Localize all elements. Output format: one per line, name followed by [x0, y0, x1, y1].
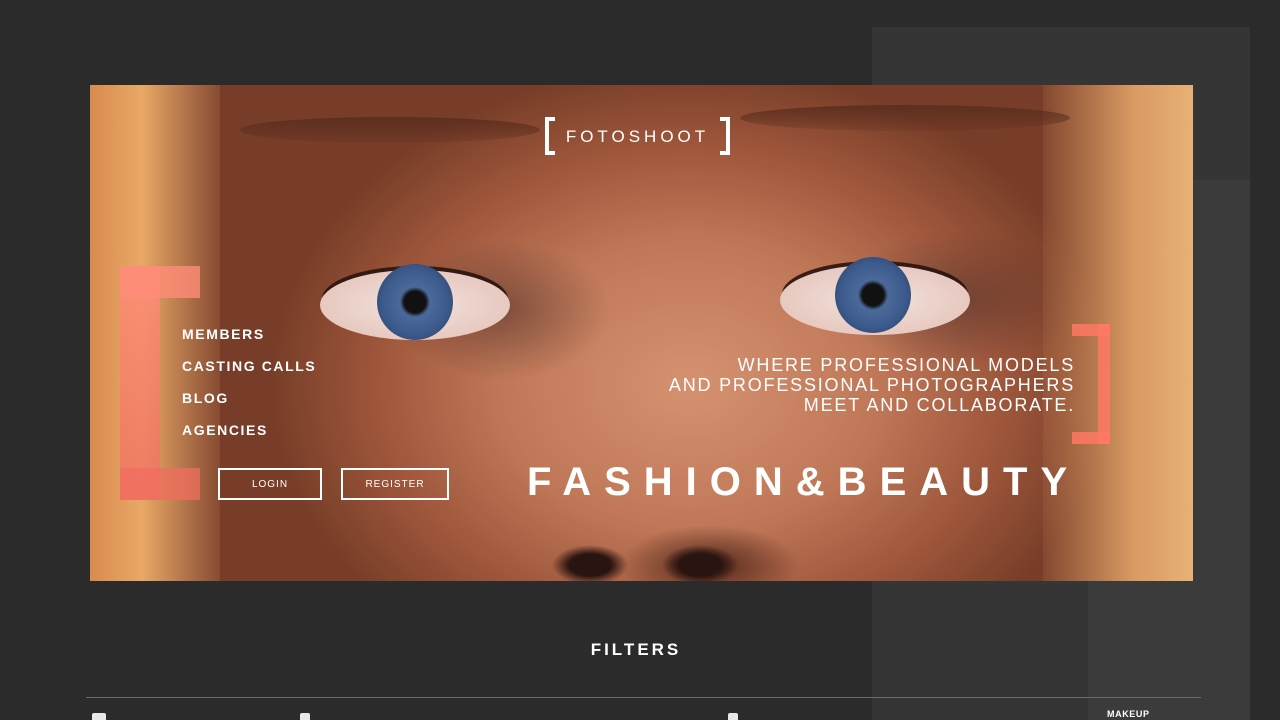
logo-bracket-left — [545, 117, 555, 155]
filters-divider — [86, 697, 1201, 698]
hero-headline: FASHION&BEAUTY — [527, 460, 1081, 504]
login-button[interactable]: LOGIN — [218, 468, 322, 500]
filter-icon-peek — [300, 713, 310, 720]
hero-photo-eye-right — [780, 257, 970, 335]
main-nav: MEMBERS CASTING CALLS BLOG AGENCIES — [182, 325, 316, 439]
nav-item-agencies[interactable]: AGENCIES — [182, 421, 316, 439]
right-frame-bracket — [1070, 324, 1110, 444]
right-frame-bar — [1098, 324, 1110, 444]
hero-photo-brow-left — [240, 117, 540, 143]
tagline-line-1: WHERE PROFESSIONAL MODELS — [737, 355, 1075, 375]
register-button[interactable]: REGISTER — [341, 468, 449, 500]
nav-item-casting-calls[interactable]: CASTING CALLS — [182, 357, 316, 375]
right-frame-bottom — [1072, 432, 1110, 444]
hero-tagline: WHERE PROFESSIONAL MODELS AND PROFESSION… — [669, 355, 1075, 415]
hero-banner: FOTOSHOOT MEMBERS CASTING CALLS BLOG AGE… — [90, 85, 1193, 581]
hero-photo-brow-right — [740, 105, 1070, 131]
hero-photo-hair-right — [1043, 85, 1193, 581]
filter-icon-peek — [728, 713, 738, 720]
nav-item-blog[interactable]: BLOG — [182, 389, 316, 407]
right-frame-top — [1072, 324, 1110, 336]
hero-photo-iris-right — [835, 257, 911, 333]
brand-name: FOTOSHOOT — [565, 127, 710, 146]
filter-category-makeup[interactable]: MAKEUP — [1107, 709, 1150, 719]
logo-bracket-right — [720, 117, 730, 155]
left-frame-bar — [120, 266, 160, 500]
left-frame-bottom — [120, 468, 200, 500]
nav-item-members[interactable]: MEMBERS — [182, 325, 316, 343]
hero-photo-iris-left — [377, 264, 453, 340]
filters-title: FILTERS — [590, 640, 682, 659]
hero-photo-nose — [545, 540, 745, 581]
filter-icon-peek — [92, 713, 106, 720]
brand-logo[interactable]: FOTOSHOOT — [545, 117, 730, 157]
tagline-line-2: AND PROFESSIONAL PHOTOGRAPHERS — [668, 375, 1075, 395]
hero-photo-eye-left — [320, 264, 510, 340]
tagline-line-3: MEET AND COLLABORATE. — [803, 395, 1075, 415]
left-frame-top — [120, 266, 200, 298]
